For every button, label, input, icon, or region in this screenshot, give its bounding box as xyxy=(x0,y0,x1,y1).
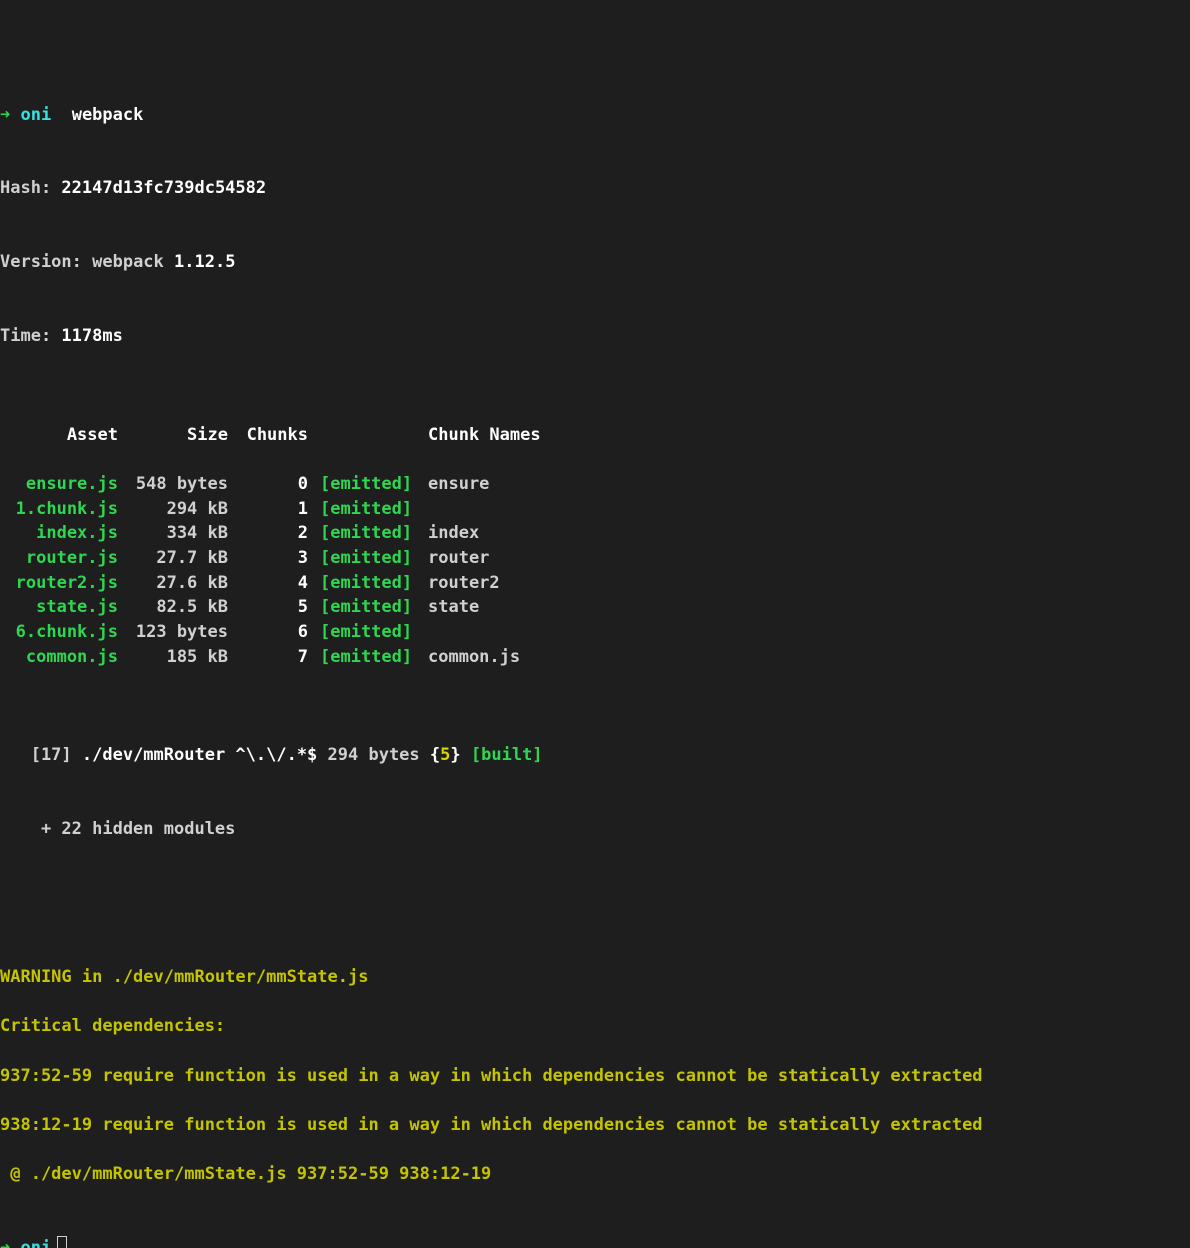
time-line: Time: 1178ms xyxy=(0,324,1190,349)
asset-name: 1.chunk.js xyxy=(0,497,118,522)
hash-value: 22147d13fc739dc54582 xyxy=(61,178,266,198)
asset-name: common.js xyxy=(0,645,118,670)
hash-line: Hash: 22147d13fc739dc54582 xyxy=(0,176,1190,201)
asset-chunk: 7 xyxy=(228,645,308,670)
table-row: router2.js27.6 kB4[emitted]router2 xyxy=(0,571,1190,596)
asset-name: ensure.js xyxy=(0,472,118,497)
asset-chunk: 5 xyxy=(228,595,308,620)
table-row: 1.chunk.js294 kB1[emitted] xyxy=(0,497,1190,522)
brace-num: 5 xyxy=(440,745,450,765)
hidden-modules-line: + 22 hidden modules xyxy=(0,817,1190,842)
version-label: Version: xyxy=(0,252,92,272)
time-value: 1178ms xyxy=(61,326,122,346)
th-size: Size xyxy=(118,423,228,448)
table-row: ensure.js548 bytes0[emitted]ensure xyxy=(0,472,1190,497)
table-row: state.js82.5 kB5[emitted]state xyxy=(0,595,1190,620)
built-flag: [built] xyxy=(471,745,543,765)
blank-line xyxy=(0,891,1190,916)
prompt-line-2[interactable]: ➜ oni xyxy=(0,1236,1190,1248)
module-prefix: [17] xyxy=(0,745,82,765)
module-size: 294 bytes xyxy=(317,745,430,765)
module-path: ./dev/mmRouter ^\.\/.*$ xyxy=(82,745,317,765)
asset-chunk-name: ensure xyxy=(428,472,489,497)
asset-flag: [emitted] xyxy=(308,497,428,522)
warning-line-3: 937:52-59 require function is used in a … xyxy=(0,1064,1190,1089)
asset-chunk: 2 xyxy=(228,521,308,546)
brace-close: } xyxy=(450,745,460,765)
asset-size: 334 kB xyxy=(118,521,228,546)
asset-chunk: 0 xyxy=(228,472,308,497)
asset-table-header: AssetSizeChunks Chunk Names xyxy=(0,423,1190,448)
asset-chunk-name: common.js xyxy=(428,645,520,670)
asset-chunk-name: index xyxy=(428,521,479,546)
prompt-line-1: ➜ oni webpack xyxy=(0,103,1190,128)
warning-line-5: @ ./dev/mmRouter/mmState.js 937:52-59 93… xyxy=(0,1162,1190,1187)
asset-flag: [emitted] xyxy=(308,645,428,670)
asset-flag: [emitted] xyxy=(308,595,428,620)
brace-open: { xyxy=(430,745,440,765)
asset-name: router2.js xyxy=(0,571,118,596)
time-label: Time: xyxy=(0,326,61,346)
asset-name: router.js xyxy=(0,546,118,571)
asset-size: 185 kB xyxy=(118,645,228,670)
asset-name: state.js xyxy=(0,595,118,620)
asset-flag: [emitted] xyxy=(308,571,428,596)
module-line: [17] ./dev/mmRouter ^\.\/.*$ 294 bytes {… xyxy=(0,743,1190,768)
asset-size: 27.6 kB xyxy=(118,571,228,596)
table-row: common.js185 kB7[emitted]common.js xyxy=(0,645,1190,670)
asset-size: 82.5 kB xyxy=(118,595,228,620)
prompt-arrow-icon: ➜ xyxy=(0,1238,10,1248)
asset-table: AssetSizeChunks Chunk Names ensure.js548 … xyxy=(0,398,1190,694)
asset-chunk-name: state xyxy=(428,595,479,620)
version-tool: webpack xyxy=(92,252,174,272)
asset-chunk: 1 xyxy=(228,497,308,522)
table-row: index.js334 kB2[emitted]index xyxy=(0,521,1190,546)
prompt-dir: oni xyxy=(21,105,52,125)
table-row: router.js27.7 kB3[emitted]router xyxy=(0,546,1190,571)
asset-chunk-name: router xyxy=(428,546,489,571)
version-line: Version: webpack 1.12.5 xyxy=(0,250,1190,275)
prompt-dir: oni xyxy=(21,1238,52,1248)
th-asset: Asset xyxy=(0,423,118,448)
asset-size: 27.7 kB xyxy=(118,546,228,571)
warning-line-4: 938:12-19 require function is used in a … xyxy=(0,1113,1190,1138)
asset-flag: [emitted] xyxy=(308,521,428,546)
th-chunk-names: Chunk Names xyxy=(428,423,541,448)
cursor-icon xyxy=(57,1236,67,1248)
asset-size: 294 kB xyxy=(118,497,228,522)
warning-line-1: WARNING in ./dev/mmRouter/mmState.js xyxy=(0,965,1190,990)
asset-chunk: 4 xyxy=(228,571,308,596)
warning-line-2: Critical dependencies: xyxy=(0,1014,1190,1039)
asset-name: index.js xyxy=(0,521,118,546)
asset-chunk: 3 xyxy=(228,546,308,571)
asset-flag: [emitted] xyxy=(308,472,428,497)
prompt-arrow-icon: ➜ xyxy=(0,105,10,125)
hash-label: Hash: xyxy=(0,178,61,198)
th-chunks: Chunks xyxy=(228,423,308,448)
asset-flag: [emitted] xyxy=(308,546,428,571)
prompt-command: webpack xyxy=(72,105,144,125)
version-value: 1.12.5 xyxy=(174,252,235,272)
asset-size: 548 bytes xyxy=(118,472,228,497)
asset-chunk-name: router2 xyxy=(428,571,500,596)
